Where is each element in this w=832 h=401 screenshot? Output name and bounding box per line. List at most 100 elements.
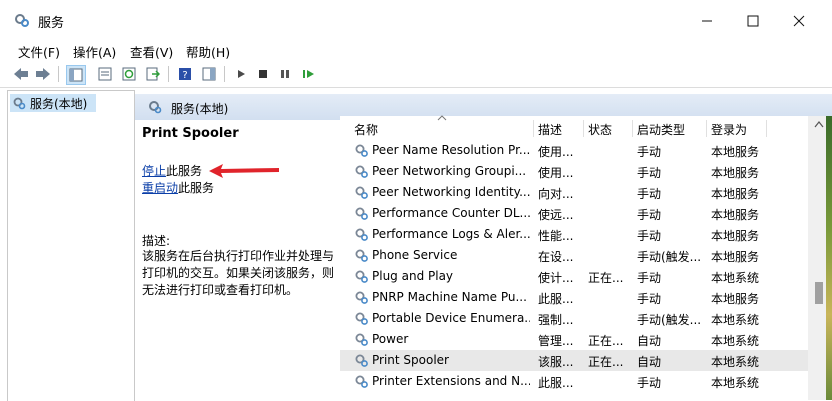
stop-service-line: 停止此服务	[142, 162, 202, 179]
toolbar-separator	[168, 66, 169, 82]
table-row[interactable]: Printer Extensions and N... 此服... 手动 本地系统	[340, 371, 810, 392]
column-divider[interactable]	[766, 120, 767, 137]
service-gear-icon	[355, 228, 368, 241]
column-header-startup-type[interactable]: 启动类型	[637, 121, 685, 138]
export-list-button[interactable]	[144, 65, 162, 83]
service-gear-icon	[355, 291, 368, 304]
cell-startup: 自动	[637, 334, 662, 348]
table-row[interactable]: Portable Device Enumera... 强制... 手动(触发... 本…	[340, 308, 810, 329]
restart-service-line: 重启动此服务	[142, 179, 214, 196]
cell-name: Print Spooler	[372, 353, 449, 367]
column-header-status[interactable]: 状态	[588, 121, 612, 138]
cell-name: PNRP Machine Name Pu...	[372, 290, 527, 304]
pause-service-button[interactable]	[276, 65, 294, 83]
maximize-icon	[747, 15, 759, 27]
toolbar-separator	[224, 66, 225, 82]
cell-name: Plug and Play	[372, 269, 454, 283]
cell-startup: 手动	[637, 292, 662, 306]
table-row[interactable]: Power 管理... 正在... 自动 本地系统	[340, 329, 810, 350]
cell-logon: 本地服务	[711, 229, 760, 243]
sort-ascending-icon	[437, 115, 447, 121]
refresh-button[interactable]	[120, 65, 138, 83]
minimize-icon	[702, 20, 712, 22]
properties-icon	[98, 67, 112, 81]
table-row[interactable]: PNRP Machine Name Pu... 此服... 手动 本地服务	[340, 287, 810, 308]
table-row[interactable]: Performance Counter DL... 使远... 手动 本地服务	[340, 203, 810, 224]
scroll-up-icon[interactable]	[814, 120, 824, 128]
title-bar: 服务	[0, 0, 832, 40]
menu-help[interactable]: 帮助(H)	[186, 42, 230, 61]
column-divider[interactable]	[632, 120, 633, 137]
description-label: 描述:	[142, 234, 171, 248]
column-divider[interactable]	[533, 120, 534, 137]
column-header-description[interactable]: 描述	[538, 121, 562, 138]
cell-logon: 本地系统	[711, 376, 760, 390]
pane-header-label: 服务(本地)	[171, 102, 229, 116]
forward-button[interactable]	[34, 65, 52, 83]
service-gear-icon	[355, 354, 368, 367]
menu-view[interactable]: 查看(V)	[130, 42, 173, 61]
table-row[interactable]: Peer Networking Groupi... 使用... 手动 本地服务	[340, 161, 810, 182]
cell-desc: 使远...	[538, 208, 574, 222]
cell-name: Peer Networking Identity...	[372, 185, 530, 199]
maximize-button[interactable]	[730, 6, 776, 36]
help-icon: ?	[179, 68, 191, 81]
tree-item-services-local[interactable]: 服务(本地)	[10, 94, 96, 112]
service-gear-icon	[355, 144, 368, 157]
action-pane-button[interactable]	[200, 65, 218, 83]
help-button[interactable]: ?	[176, 65, 194, 83]
column-divider[interactable]	[583, 120, 584, 137]
table-row[interactable]: Peer Networking Identity... 向对... 手动 本地服务	[340, 182, 810, 203]
show-hide-tree-button[interactable]	[66, 65, 86, 85]
cell-logon: 本地系统	[711, 355, 760, 369]
stop-service-suffix: 此服务	[166, 164, 203, 178]
restart-service-suffix: 此服务	[178, 181, 215, 195]
cell-name: Peer Networking Groupi...	[372, 164, 527, 178]
table-row[interactable]: Plug and Play 使计... 正在... 手动 本地系统	[340, 266, 810, 287]
back-button[interactable]	[12, 65, 30, 83]
cell-name: Printer Extensions and N...	[372, 374, 530, 388]
refresh-icon	[122, 67, 136, 81]
menu-action[interactable]: 操作(A)	[73, 42, 116, 61]
minimize-button[interactable]	[684, 6, 730, 36]
cell-logon: 本地服务	[711, 292, 760, 306]
start-service-button[interactable]	[232, 65, 250, 83]
stop-service-button[interactable]	[254, 65, 272, 83]
cell-name: Portable Device Enumera...	[372, 311, 530, 325]
cell-startup: 手动	[637, 145, 662, 159]
restart-service-button[interactable]	[300, 65, 318, 83]
toolbar: ?	[0, 61, 832, 88]
close-button[interactable]	[776, 6, 822, 36]
cell-name: Performance Counter DL...	[372, 206, 530, 220]
cell-name: Performance Logs & Aler...	[372, 227, 530, 241]
column-header-log-on-as[interactable]: 登录为	[711, 121, 747, 138]
restart-service-link[interactable]: 重启动	[142, 181, 178, 195]
cell-desc: 性能...	[538, 229, 574, 243]
table-row[interactable]: Performance Logs & Aler... 性能... 手动 本地服务	[340, 224, 810, 245]
play-icon	[238, 70, 245, 78]
properties-button[interactable]	[96, 65, 114, 83]
column-divider[interactable]	[706, 120, 707, 137]
pause-icon	[281, 70, 289, 78]
table-row[interactable]: Print Spooler 该服... 正在... 自动 本地系统	[340, 350, 810, 371]
service-gear-icon	[355, 375, 368, 388]
table-row[interactable]: Peer Name Resolution Pr... 使用... 手动 本地服务	[340, 140, 810, 161]
service-gear-icon	[355, 249, 368, 262]
cell-desc: 在设...	[538, 250, 574, 264]
scrollbar-thumb[interactable]	[815, 282, 823, 304]
services-gear-icon	[13, 97, 26, 110]
cell-name: Power	[372, 332, 409, 346]
stop-service-link[interactable]: 停止	[142, 164, 166, 178]
cell-startup: 手动(触发...	[637, 313, 702, 327]
service-gear-icon	[355, 270, 368, 283]
column-header-name[interactable]: 名称	[354, 121, 378, 138]
menu-file[interactable]: 文件(F)	[18, 42, 60, 61]
toolbar-separator	[58, 66, 59, 82]
cell-desc: 管理...	[538, 334, 574, 348]
console-tree-pane: 服务(本地)	[7, 90, 135, 401]
service-gear-icon	[355, 186, 368, 199]
forward-arrow-icon	[36, 68, 50, 80]
table-row[interactable]: Phone Service 在设... 手动(触发... 本地服务	[340, 245, 810, 266]
cell-startup: 手动	[637, 376, 662, 390]
services-gear-icon	[149, 101, 162, 114]
